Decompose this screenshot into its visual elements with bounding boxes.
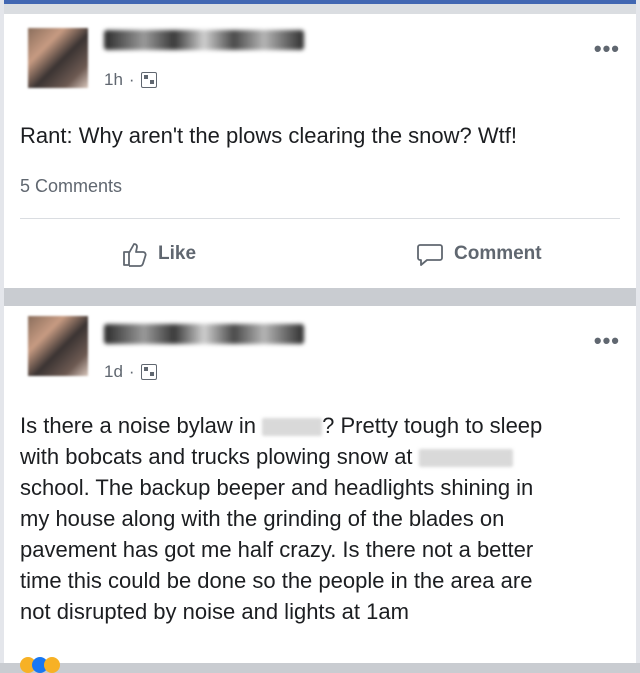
post-line: Is there a noise bylaw in ? Pretty tough… (20, 413, 543, 438)
comment-button[interactable]: Comment (416, 240, 542, 268)
avatar[interactable] (28, 28, 88, 88)
post-time[interactable]: 1d (104, 362, 123, 382)
author-name-redacted[interactable] (104, 324, 304, 344)
post-text: Rant: Why aren't the plows clearing the … (20, 123, 517, 148)
post-line: school. The backup beeper and headlights… (20, 475, 534, 500)
comment-label: Comment (454, 243, 542, 264)
avatar[interactable] (28, 316, 88, 376)
thumbs-up-icon (123, 243, 147, 267)
more-options-icon[interactable]: ••• (594, 36, 620, 62)
meta-separator: · (128, 362, 135, 381)
left-edge (0, 0, 4, 663)
post-line: pavement has got me half crazy. Is there… (20, 537, 534, 562)
post-divider (0, 288, 640, 306)
friends-icon[interactable] (140, 72, 157, 88)
post-line: time this could be done so the people in… (20, 568, 533, 593)
post-meta: 1h · (104, 70, 157, 90)
author-name-redacted[interactable] (104, 30, 304, 50)
meta-separator: · (128, 70, 135, 89)
top-divider (0, 4, 640, 14)
redacted-school-name (418, 449, 513, 468)
like-button[interactable]: Like (120, 240, 196, 268)
reactions-row[interactable] (20, 657, 620, 673)
more-options-icon[interactable]: ••• (594, 328, 620, 354)
right-edge (636, 0, 640, 663)
comments-count[interactable]: 5 Comments (20, 176, 122, 197)
redacted-location (262, 418, 323, 437)
speech-bubble-icon (417, 244, 443, 266)
post-line: not disrupted by noise and lights at 1am (20, 599, 409, 624)
post-meta: 1d · (104, 362, 157, 382)
post-text: Is there a noise bylaw in ? Pretty tough… (20, 410, 620, 627)
post-card: 1h · ••• Rant: Why aren't the plows clea… (4, 14, 636, 288)
like-label: Like (158, 243, 197, 264)
post-card: 1d · ••• Is there a noise bylaw in ? Pre… (4, 306, 636, 673)
post-time[interactable]: 1h (104, 70, 123, 90)
post-line: with bobcats and trucks plowing snow at (20, 441, 620, 472)
post-line: my house along with the grinding of the … (20, 506, 505, 531)
friends-icon[interactable] (140, 364, 157, 380)
action-divider (20, 218, 620, 219)
wow-reaction-icon (44, 657, 60, 673)
